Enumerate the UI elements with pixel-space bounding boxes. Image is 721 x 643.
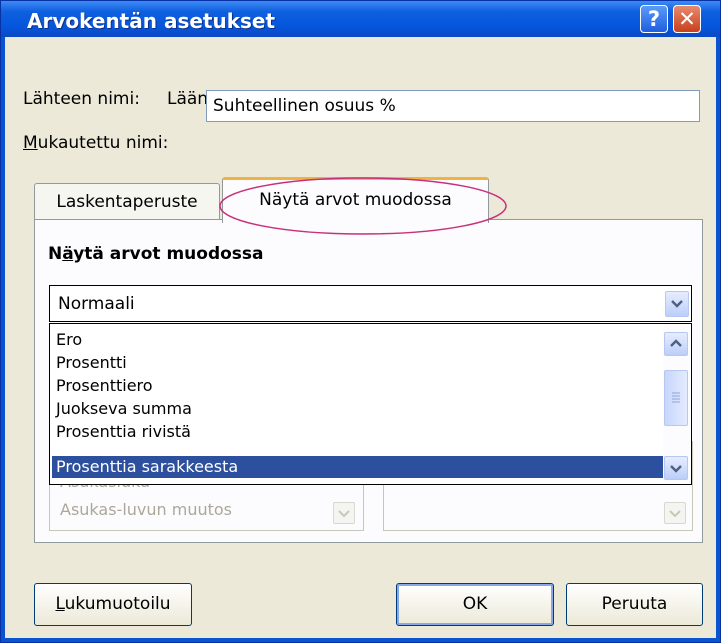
base-field-item: Asukas-luvun muutos bbox=[60, 500, 233, 519]
show-values-select[interactable]: Normaali bbox=[49, 285, 692, 322]
help-button[interactable]: ? bbox=[640, 5, 668, 33]
custom-name-label: Mukautettu nimi: bbox=[23, 133, 168, 153]
format-accesskey: L bbox=[55, 594, 65, 614]
close-button[interactable]: ✕ bbox=[673, 5, 701, 33]
chevron-down-icon[interactable] bbox=[665, 291, 689, 317]
custom-name-input[interactable]: Suhteellinen osuus % bbox=[206, 90, 700, 122]
format-label: ukumuotoilu bbox=[64, 594, 171, 614]
cancel-button[interactable]: Peruuta bbox=[566, 583, 703, 626]
title-bar[interactable]: Arvokentän asetukset ? ✕ bbox=[1, 1, 720, 37]
chevron-down-icon[interactable] bbox=[664, 456, 688, 480]
tab-show-values-as[interactable]: Näytä arvot muodossa bbox=[222, 177, 489, 223]
dropdown-option[interactable]: Prosenttiero bbox=[52, 375, 664, 397]
dropdown-option[interactable]: Prosentti bbox=[52, 352, 664, 374]
dropdown-option[interactable]: Ero bbox=[52, 329, 664, 351]
dropdown-list[interactable]: Ero Prosentti Prosenttiero Juokseva summ… bbox=[49, 323, 692, 485]
chevron-down-icon bbox=[664, 502, 686, 524]
help-icon: ? bbox=[647, 7, 661, 31]
close-icon: ✕ bbox=[678, 7, 696, 31]
dropdown-option-selected[interactable]: Prosenttia sarakkeesta bbox=[52, 456, 664, 478]
custom-name-accesskey: M bbox=[23, 133, 38, 153]
dialog-title: Arvokentän asetukset bbox=[27, 9, 276, 33]
heading-accesskey: ä bbox=[62, 244, 74, 264]
dropdown-option[interactable]: Prosenttia rivistä bbox=[52, 421, 664, 443]
ok-button[interactable]: OK bbox=[396, 583, 554, 626]
dropdown-option[interactable]: Juokseva summa bbox=[52, 398, 664, 420]
scroll-thumb[interactable] bbox=[664, 370, 688, 426]
dialog-window: Arvokentän asetukset ? ✕ Lähteen nimi: L… bbox=[0, 0, 721, 643]
section-heading: Näytä arvot muodossa bbox=[48, 244, 264, 264]
tab-calculation[interactable]: Laskentaperuste bbox=[34, 183, 220, 221]
heading-part-1: N bbox=[48, 244, 63, 264]
list-scrollbar[interactable] bbox=[663, 325, 690, 483]
custom-name-label-text: ukautettu nimi: bbox=[37, 133, 169, 153]
chevron-up-icon[interactable] bbox=[664, 332, 688, 356]
select-value: Normaali bbox=[58, 294, 135, 314]
source-name-label: Lähteen nimi: bbox=[23, 89, 140, 109]
chevron-down-icon bbox=[333, 502, 355, 524]
heading-part-2: ytä arvot muodossa bbox=[73, 244, 264, 264]
number-format-button[interactable]: Lukumuotoilu bbox=[34, 583, 192, 626]
